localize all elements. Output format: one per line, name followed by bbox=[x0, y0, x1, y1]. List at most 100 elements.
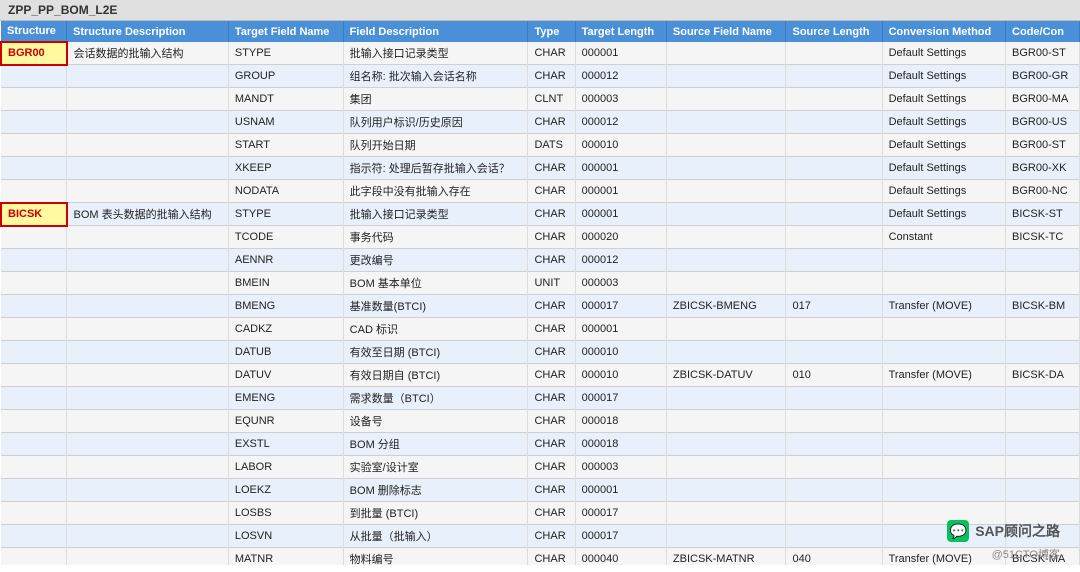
cell-source-len bbox=[786, 456, 882, 479]
cell-code bbox=[1006, 479, 1080, 502]
table-row: START队列开始日期DATS000010Default SettingsBGR… bbox=[1, 134, 1080, 157]
cell-field-desc: BOM 删除标志 bbox=[343, 479, 528, 502]
col-target-len: Target Length bbox=[575, 21, 666, 42]
cell-source-len: 010 bbox=[786, 364, 882, 387]
cell-conversion bbox=[882, 479, 1005, 502]
cell-type: CHAR bbox=[528, 318, 575, 341]
cell-target-len: 000001 bbox=[575, 203, 666, 226]
cell-target-len: 000020 bbox=[575, 226, 666, 249]
cell-type: CHAR bbox=[528, 157, 575, 180]
cell-target-field: XKEEP bbox=[228, 157, 343, 180]
col-conversion: Conversion Method bbox=[882, 21, 1005, 42]
cell-code bbox=[1006, 249, 1080, 272]
cell-structure-desc bbox=[67, 341, 229, 364]
cell-target-len: 000003 bbox=[575, 88, 666, 111]
cell-source-field bbox=[666, 111, 786, 134]
table-row: LOEKZBOM 删除标志CHAR000001 bbox=[1, 479, 1080, 502]
cell-source-len bbox=[786, 525, 882, 548]
cell-structure bbox=[1, 272, 67, 295]
cell-type: CHAR bbox=[528, 203, 575, 226]
cell-structure-desc bbox=[67, 249, 229, 272]
cell-structure: BGR00 bbox=[1, 42, 67, 65]
cell-target-field: EMENG bbox=[228, 387, 343, 410]
cell-field-desc: 有效至日期 (BTCI) bbox=[343, 341, 528, 364]
cell-source-len bbox=[786, 42, 882, 65]
cell-source-len bbox=[786, 226, 882, 249]
table-row: BMEINBOM 基本单位UNIT000003 bbox=[1, 272, 1080, 295]
cell-field-desc: BOM 基本单位 bbox=[343, 272, 528, 295]
cell-structure-desc: 会话数据的批输入结构 bbox=[67, 42, 229, 65]
cell-structure-desc: BOM 表头数据的批输入结构 bbox=[67, 203, 229, 226]
cell-target-len: 000012 bbox=[575, 65, 666, 88]
cell-source-len bbox=[786, 157, 882, 180]
col-structure-desc: Structure Description bbox=[67, 21, 229, 42]
cell-structure bbox=[1, 111, 67, 134]
cell-type: CHAR bbox=[528, 180, 575, 203]
cell-code bbox=[1006, 433, 1080, 456]
cell-structure bbox=[1, 134, 67, 157]
cell-target-field: START bbox=[228, 134, 343, 157]
cell-structure bbox=[1, 433, 67, 456]
cell-target-field: STYPE bbox=[228, 42, 343, 65]
table-row: BICSKBOM 表头数据的批输入结构STYPE批输入接口记录类型CHAR000… bbox=[1, 203, 1080, 226]
cell-code: BGR00-ST bbox=[1006, 134, 1080, 157]
cell-type: CHAR bbox=[528, 364, 575, 387]
cell-field-desc: 到批量 (BTCI) bbox=[343, 502, 528, 525]
table-row: MANDT集团CLNT000003Default SettingsBGR00-M… bbox=[1, 88, 1080, 111]
cell-source-len bbox=[786, 387, 882, 410]
cell-conversion bbox=[882, 387, 1005, 410]
cell-target-len: 000001 bbox=[575, 180, 666, 203]
cell-conversion bbox=[882, 410, 1005, 433]
cell-field-desc: 有效日期自 (BTCI) bbox=[343, 364, 528, 387]
table-row: EMENG需求数量（BTCI）CHAR000017 bbox=[1, 387, 1080, 410]
cell-structure-desc bbox=[67, 111, 229, 134]
cell-field-desc: CAD 标识 bbox=[343, 318, 528, 341]
cell-target-len: 000010 bbox=[575, 134, 666, 157]
cell-structure bbox=[1, 364, 67, 387]
cell-target-len: 000001 bbox=[575, 318, 666, 341]
table-row: BGR00会话数据的批输入结构STYPE批输入接口记录类型CHAR000001D… bbox=[1, 42, 1080, 65]
cell-conversion: Default Settings bbox=[882, 88, 1005, 111]
cell-field-desc: 队列开始日期 bbox=[343, 134, 528, 157]
cell-source-field bbox=[666, 203, 786, 226]
col-field-desc: Field Description bbox=[343, 21, 528, 42]
table-container[interactable]: Structure Structure Description Target F… bbox=[0, 21, 1080, 565]
cell-target-len: 000040 bbox=[575, 548, 666, 566]
table-header-row: Structure Structure Description Target F… bbox=[1, 21, 1080, 42]
cell-target-len: 000003 bbox=[575, 456, 666, 479]
cell-conversion: Default Settings bbox=[882, 42, 1005, 65]
cell-field-desc: 事务代码 bbox=[343, 226, 528, 249]
cell-type: CHAR bbox=[528, 548, 575, 566]
cell-structure: BICSK bbox=[1, 203, 67, 226]
cell-source-field: ZBICSK-MATNR bbox=[666, 548, 786, 566]
cell-structure-desc bbox=[67, 318, 229, 341]
cell-code bbox=[1006, 341, 1080, 364]
cell-type: CHAR bbox=[528, 502, 575, 525]
cell-code bbox=[1006, 318, 1080, 341]
cell-code bbox=[1006, 272, 1080, 295]
cell-structure bbox=[1, 65, 67, 88]
cell-conversion: Transfer (MOVE) bbox=[882, 295, 1005, 318]
cell-target-field: LOSBS bbox=[228, 502, 343, 525]
col-structure: Structure bbox=[1, 21, 67, 42]
cell-code: BICSK-DA bbox=[1006, 364, 1080, 387]
cell-field-desc: BOM 分组 bbox=[343, 433, 528, 456]
cell-target-len: 000001 bbox=[575, 479, 666, 502]
cell-conversion bbox=[882, 433, 1005, 456]
table-row: CADKZCAD 标识CHAR000001 bbox=[1, 318, 1080, 341]
cell-structure bbox=[1, 180, 67, 203]
cell-structure-desc bbox=[67, 479, 229, 502]
cell-type: DATS bbox=[528, 134, 575, 157]
cell-structure bbox=[1, 502, 67, 525]
cell-structure-desc bbox=[67, 65, 229, 88]
cell-target-field: STYPE bbox=[228, 203, 343, 226]
cell-type: CHAR bbox=[528, 525, 575, 548]
cell-field-desc: 队列用户标识/历史原因 bbox=[343, 111, 528, 134]
cell-field-desc: 指示符: 处理后暂存批输入会话？ bbox=[343, 157, 528, 180]
cell-structure-desc bbox=[67, 525, 229, 548]
title-bar: ZPP_PP_BOM_L2E bbox=[0, 0, 1080, 21]
cell-structure-desc bbox=[67, 226, 229, 249]
cell-source-len bbox=[786, 272, 882, 295]
cell-structure-desc bbox=[67, 387, 229, 410]
watermark: 💬 SAP顾问之路 bbox=[947, 520, 1060, 542]
